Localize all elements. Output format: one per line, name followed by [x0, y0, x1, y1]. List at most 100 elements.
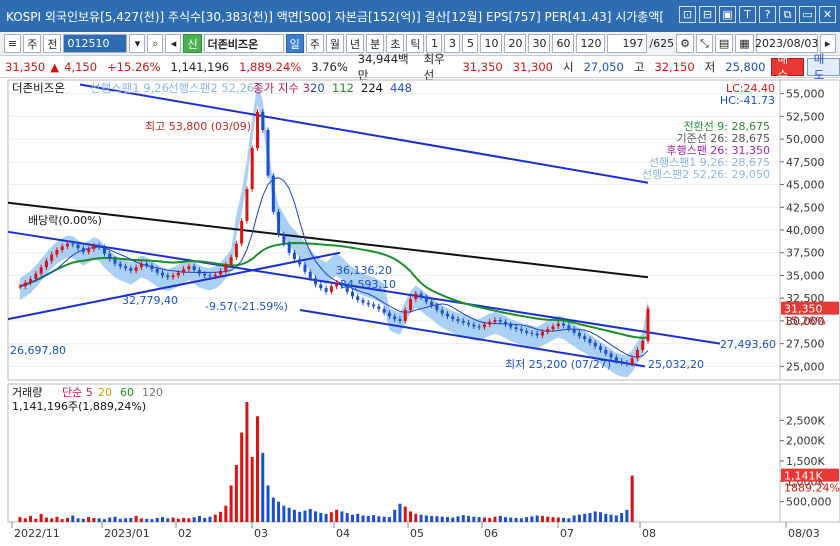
volume-bar — [482, 517, 486, 522]
type-select[interactable]: 주 — [23, 34, 42, 53]
settings-icon[interactable]: ⚙ — [676, 34, 695, 53]
help-icon[interactable]: ? — [759, 6, 776, 23]
candle-body — [335, 282, 339, 287]
price-axis-label: 47,500 — [786, 156, 825, 169]
window-buttons: ⊡ ⊟ ▣ T ? ⧉ ▭ ✕ — [679, 6, 836, 23]
candle-body — [213, 274, 217, 277]
volume-bar — [108, 517, 112, 522]
volume-bar — [403, 506, 407, 522]
volume-bar — [208, 516, 212, 522]
volume-bar — [562, 517, 566, 522]
interval-5[interactable]: 5 — [462, 34, 479, 53]
candle-body — [535, 333, 539, 336]
volume-bar — [382, 516, 386, 522]
count-input[interactable]: 197 — [607, 34, 648, 53]
save-icon[interactable]: ▤ — [714, 34, 734, 53]
trend-annotation-7: 25,032,20 — [648, 358, 704, 371]
candle-body — [514, 327, 518, 330]
candle-body — [620, 360, 624, 363]
volume-bar — [335, 509, 339, 522]
candle-body — [124, 266, 128, 269]
interval-10[interactable]: 10 — [480, 34, 503, 53]
interval-30[interactable]: 30 — [528, 34, 551, 53]
volume-bar — [329, 512, 333, 522]
price-axis-label: 42,500 — [786, 201, 825, 214]
prev-button[interactable]: 전 — [43, 34, 62, 53]
volume-bar — [192, 517, 196, 522]
candle-body — [171, 275, 175, 278]
menu-button[interactable]: ≡ — [4, 34, 22, 53]
high-label: 고 — [633, 59, 645, 74]
volume-bar — [398, 503, 402, 522]
candle-body — [261, 111, 265, 130]
sell-button[interactable]: 매도 — [806, 52, 840, 82]
volume-bar — [182, 517, 186, 522]
candle-body — [145, 263, 149, 266]
code-dropdown-icon[interactable]: ▾ — [129, 34, 146, 53]
volume-bar — [129, 517, 133, 522]
candle-body — [160, 272, 164, 276]
restore-icon[interactable]: ⧉ — [779, 6, 796, 23]
high-price: 32,150 — [654, 59, 695, 74]
volume-bar — [556, 517, 560, 522]
volume-bar — [588, 513, 592, 522]
candle-body — [108, 253, 112, 260]
layout-icon[interactable]: ⊡ — [679, 6, 696, 23]
stock-code-input[interactable]: 012510 — [63, 34, 128, 53]
interval-120[interactable]: 120 — [576, 34, 606, 53]
buy-button[interactable]: 매수 — [770, 52, 804, 82]
candle-body — [424, 297, 428, 302]
split-icon[interactable]: ⊟ — [699, 6, 716, 23]
price-axis-label: 25,000 — [786, 360, 825, 373]
count-total: /625 — [649, 37, 675, 50]
low-annotation: 최저 25,200 (07/27) — [505, 358, 611, 371]
candle-body — [155, 269, 159, 273]
volume-bar — [551, 517, 555, 522]
ichimoku-legend-entry: 선행스팬2 52,26: 29,050 — [642, 168, 770, 181]
stock-chart[interactable]: 55,000 52,500 50,000 47,500 45,000 42,500 40,0… — [0, 78, 840, 546]
text-icon[interactable]: T — [739, 6, 756, 23]
interval-60[interactable]: 60 — [552, 34, 575, 53]
volume-bar — [456, 516, 460, 522]
candle-body — [250, 148, 254, 190]
candle-body — [456, 319, 460, 321]
period-week[interactable]: 주 — [305, 34, 324, 53]
candle-body — [255, 111, 259, 149]
trend-annotation-6: 27,493,60 — [720, 338, 776, 351]
speaker-icon[interactable]: ◂ — [165, 34, 182, 53]
new-button[interactable]: 신 — [183, 34, 202, 53]
close-icon[interactable]: ✕ — [819, 6, 836, 23]
volume-bar — [39, 513, 43, 522]
grid-icon[interactable]: ▣ — [719, 6, 736, 23]
candle-body — [635, 350, 639, 359]
maximize-icon[interactable]: ▭ — [799, 6, 816, 23]
candle-body — [81, 248, 85, 252]
candle-body — [430, 301, 434, 306]
volume-bar — [97, 518, 101, 522]
candle-body — [308, 271, 312, 279]
candle-body — [182, 269, 186, 273]
price-axis-label: 45,000 — [786, 179, 825, 192]
volume-bar — [435, 516, 439, 522]
interval-20[interactable]: 20 — [504, 34, 527, 53]
calendar-icon[interactable]: ▦ — [735, 34, 754, 53]
candle-body — [277, 211, 281, 235]
volume-legend-entry: 20 — [98, 386, 112, 399]
candle-body — [572, 329, 576, 333]
volume-bar — [102, 519, 106, 522]
candle-body — [414, 293, 418, 300]
candle-body — [641, 340, 645, 350]
chart-tool-icon[interactable]: ⤡ — [696, 34, 713, 53]
volume-bar — [614, 515, 618, 522]
candle-body — [519, 329, 523, 331]
candle-body — [319, 284, 323, 289]
candle-body — [324, 288, 328, 292]
candle-body — [176, 272, 180, 276]
volume-bar — [303, 510, 307, 522]
candle-body — [44, 260, 48, 268]
search-icon[interactable]: ⌕ — [147, 34, 164, 53]
price-axis-label: 40,000 — [786, 224, 825, 237]
period-day[interactable]: 일 — [285, 34, 304, 53]
period-month[interactable]: 월 — [325, 34, 344, 53]
candle-body — [630, 358, 634, 364]
